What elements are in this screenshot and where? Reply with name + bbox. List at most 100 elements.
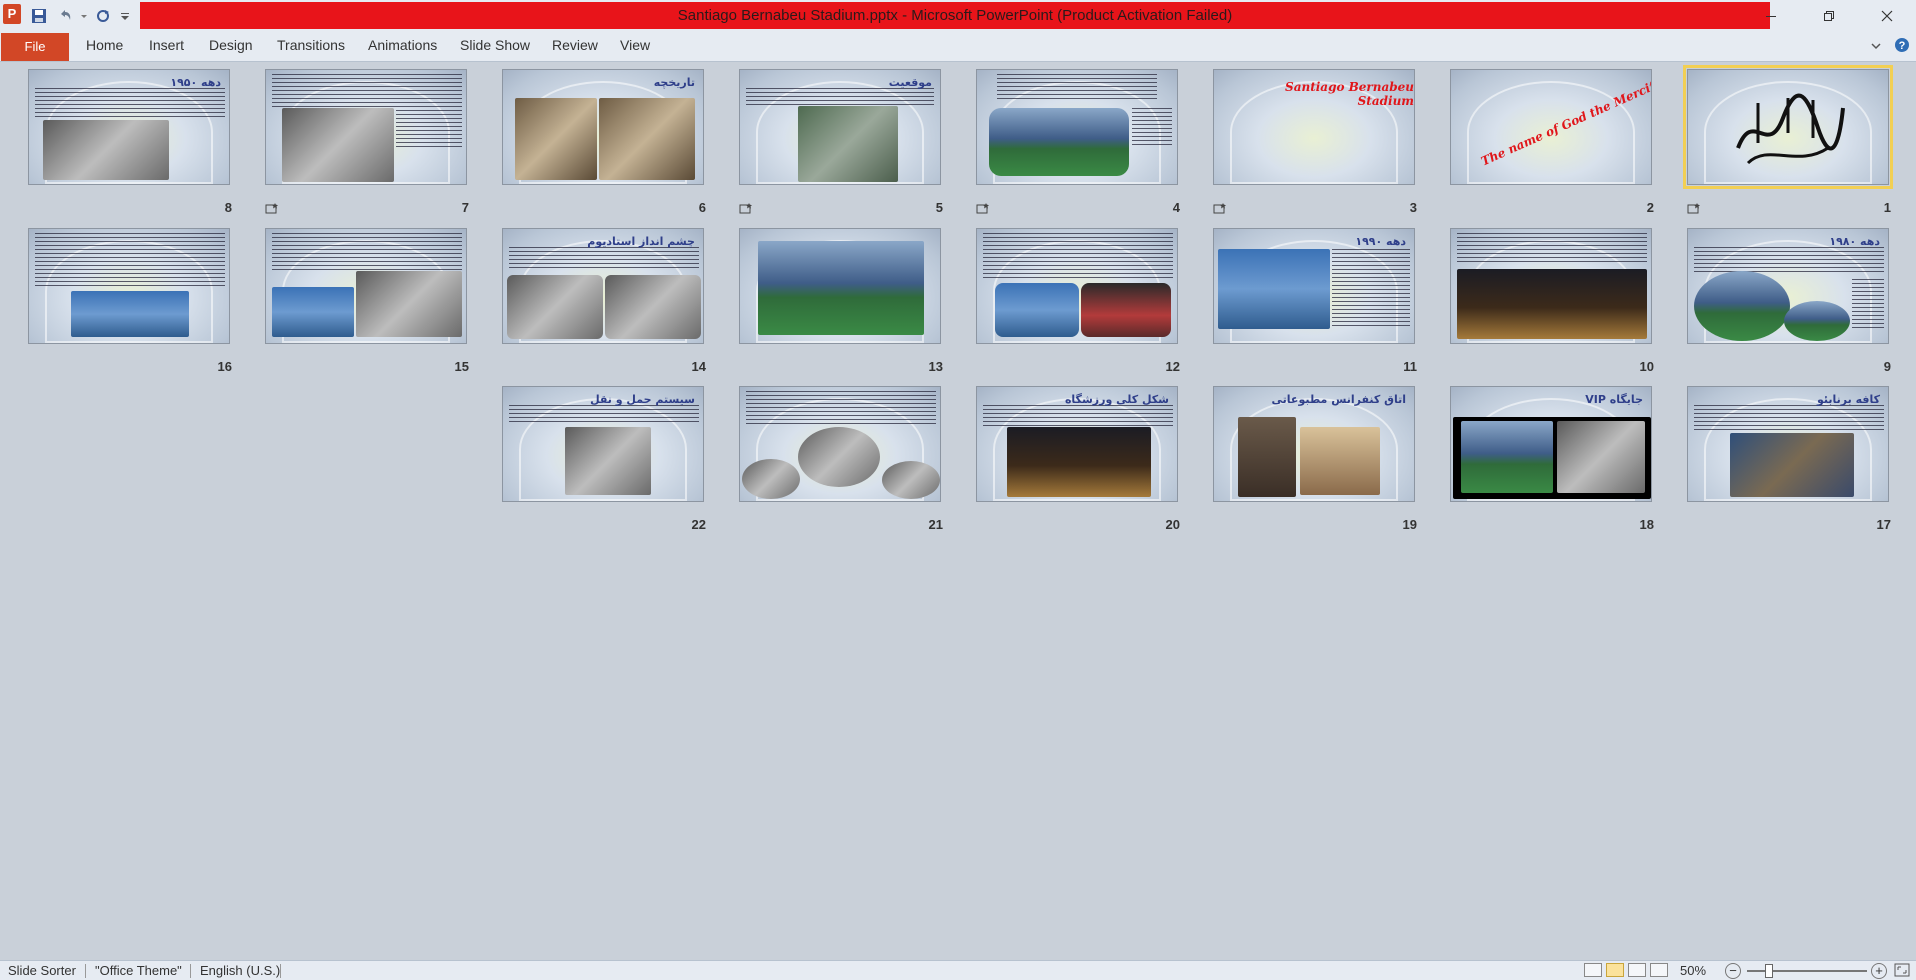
slide-body-text xyxy=(983,233,1173,279)
quick-access-toolbar xyxy=(28,5,132,27)
theme-label[interactable]: "Office Theme" xyxy=(95,963,182,978)
slide-thumbnail[interactable] xyxy=(265,228,467,344)
slide-number: 9 xyxy=(1883,359,1891,374)
powerpoint-app-icon[interactable]: P xyxy=(3,4,21,24)
slide-number: 17 xyxy=(1876,517,1891,532)
slide-thumbnail[interactable]: کافه برنابئو xyxy=(1687,386,1889,502)
slide-thumbnail[interactable] xyxy=(1683,65,1893,189)
slide-thumbnail[interactable]: The name of God the Merciful xyxy=(1450,69,1652,185)
tab-design[interactable]: Design xyxy=(209,37,253,53)
slide-photo xyxy=(742,459,800,499)
minimize-ribbon-icon[interactable] xyxy=(1870,40,1882,54)
reading-view-button[interactable] xyxy=(1628,963,1646,977)
slide-thumbnail[interactable] xyxy=(976,228,1178,344)
slide-thumbnail[interactable] xyxy=(28,228,230,344)
slide-photo xyxy=(882,461,940,499)
slide-title: دهه ۱۹۹۰ xyxy=(1355,235,1406,248)
slide-photo xyxy=(1300,427,1380,495)
transition-star-icon[interactable] xyxy=(976,202,990,214)
slide-thumbnail[interactable]: Santiago Bernabeu Stadium xyxy=(1213,69,1415,185)
slide-photo xyxy=(1457,269,1647,339)
slide-show-view-button[interactable] xyxy=(1650,963,1668,977)
tab-slide-show[interactable]: Slide Show xyxy=(460,37,530,53)
slide-photo xyxy=(1730,433,1854,497)
zoom-in-button[interactable]: + xyxy=(1871,963,1887,979)
ribbon-right-controls: ? xyxy=(1870,37,1910,56)
slide-number: 18 xyxy=(1639,517,1654,532)
fit-to-window-icon[interactable] xyxy=(1894,963,1910,980)
slide-thumbnail[interactable]: دهه ۱۹۸۰ xyxy=(1687,228,1889,344)
slide-number: 3 xyxy=(1409,200,1417,215)
slide-thumbnail[interactable] xyxy=(739,228,941,344)
slide-number: 21 xyxy=(928,517,943,532)
slide-thumbnail[interactable]: اتاق کنفرانس مطبوعاتی xyxy=(1213,386,1415,502)
redo-icon[interactable] xyxy=(92,6,114,26)
slide-thumbnail[interactable]: جایگاه VIP xyxy=(1450,386,1652,502)
customize-qat-icon[interactable] xyxy=(118,6,132,26)
tab-file[interactable]: File xyxy=(1,33,69,61)
slide-thumbnail[interactable]: چشم انداز استادیوم xyxy=(502,228,704,344)
slide-thumbnail[interactable] xyxy=(1450,228,1652,344)
slide-title: دهه ۱۹۵۰ xyxy=(170,76,221,89)
slide-title: جایگاه VIP xyxy=(1585,393,1643,406)
slide-thumbnail[interactable] xyxy=(976,69,1178,185)
slide-body-text xyxy=(396,110,462,150)
transition-star-icon[interactable] xyxy=(739,202,753,214)
slide-photo xyxy=(599,98,695,180)
slide-thumbnail[interactable]: شکل کلی ورزشگاه xyxy=(976,386,1178,502)
tab-animations[interactable]: Animations xyxy=(368,37,437,53)
transition-star-icon[interactable] xyxy=(265,202,279,214)
slide-thumbnail[interactable]: دهه ۱۹۹۰ xyxy=(1213,228,1415,344)
restore-button[interactable] xyxy=(1800,0,1858,32)
tab-view[interactable]: View xyxy=(620,37,650,53)
undo-icon[interactable] xyxy=(54,6,76,26)
zoom-level[interactable]: 50% xyxy=(1680,963,1706,978)
slide-thumbnail[interactable]: تاریخچه xyxy=(502,69,704,185)
slide-photo xyxy=(282,108,394,182)
slide-photo xyxy=(43,120,169,180)
transition-star-icon[interactable] xyxy=(1213,202,1227,214)
slide-photo xyxy=(565,427,651,495)
slide-number: 12 xyxy=(1165,359,1180,374)
calligraphy-image xyxy=(1736,93,1845,165)
close-button[interactable] xyxy=(1858,0,1916,32)
tab-home[interactable]: Home xyxy=(86,37,123,53)
slide-thumbnail[interactable] xyxy=(265,69,467,185)
slide-photo xyxy=(71,291,189,337)
zoom-slider-thumb[interactable] xyxy=(1765,964,1773,978)
normal-view-button[interactable] xyxy=(1584,963,1602,977)
slide-thumbnail[interactable]: موقعیت xyxy=(739,69,941,185)
slide-number: 22 xyxy=(691,517,706,532)
help-icon[interactable]: ? xyxy=(1894,37,1910,56)
slide-sorter-view-button[interactable] xyxy=(1606,963,1624,977)
slide-photo xyxy=(1557,421,1645,493)
slide-number: 4 xyxy=(1172,200,1180,215)
slide-title: سیستم حمل و نقل xyxy=(590,393,695,406)
zoom-out-button[interactable]: − xyxy=(1725,963,1741,979)
slide-number: 14 xyxy=(691,359,706,374)
slide-number: 2 xyxy=(1646,200,1654,215)
slide-body-text xyxy=(35,88,225,118)
slide-number: 20 xyxy=(1165,517,1180,532)
minimize-button[interactable] xyxy=(1742,0,1800,32)
tab-insert[interactable]: Insert xyxy=(149,37,184,53)
transition-star-icon[interactable] xyxy=(1687,202,1701,214)
slide-body-text xyxy=(997,74,1157,100)
slide-number: 13 xyxy=(928,359,943,374)
slide-number: 11 xyxy=(1403,359,1417,374)
slide-photo xyxy=(1007,427,1151,497)
slide-thumbnail[interactable]: دهه ۱۹۵۰ xyxy=(28,69,230,185)
slide-thumbnail[interactable] xyxy=(739,386,941,502)
undo-dropdown-icon[interactable] xyxy=(80,6,88,26)
slide-body-text xyxy=(509,247,699,269)
tab-transitions[interactable]: Transitions xyxy=(277,37,345,53)
language-label[interactable]: English (U.S.) xyxy=(200,963,280,978)
svg-text:?: ? xyxy=(1899,40,1906,52)
slide-title: اتاق کنفرانس مطبوعاتی xyxy=(1271,393,1406,406)
slide-thumbnail[interactable]: سیستم حمل و نقل xyxy=(502,386,704,502)
slide-body-text xyxy=(983,405,1173,427)
tab-review[interactable]: Review xyxy=(552,37,598,53)
save-icon[interactable] xyxy=(28,6,50,26)
slide-photo xyxy=(989,108,1129,176)
slide-title: موقعیت xyxy=(888,76,932,89)
